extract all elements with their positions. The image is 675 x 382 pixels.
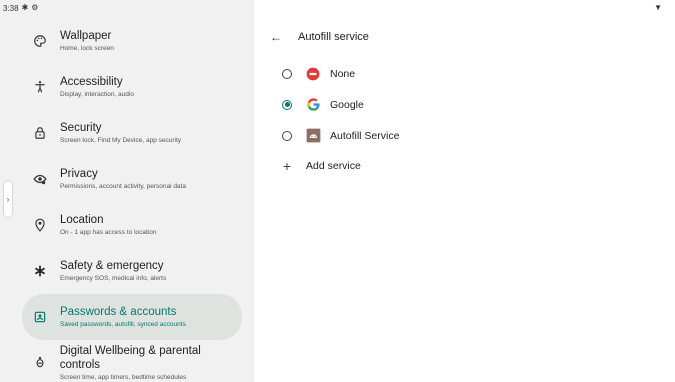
sidebar-item-subtitle: Permissions, account activity, personal … — [60, 183, 186, 190]
sidebar-item-digital-wellbeing[interactable]: Digital Wellbeing & parental controls Sc… — [22, 340, 242, 382]
sidebar-item-subtitle: Home, lock screen — [60, 45, 114, 52]
no-entry-icon — [305, 66, 321, 82]
sidebar-item-accessibility[interactable]: Accessibility Display, interaction, audi… — [22, 64, 242, 110]
sidebar-item-title: Safety & emergency — [60, 260, 164, 272]
radio-google[interactable] — [282, 99, 292, 110]
sidebar-item-security[interactable]: Security Screen lock, Find My Device, ap… — [22, 110, 242, 156]
option-none[interactable]: None — [282, 58, 399, 89]
sidebar-item-subtitle: Emergency SOS, medical info, alerts — [60, 275, 167, 282]
plus-icon: + — [282, 158, 292, 174]
sidebar-item-subtitle: Saved passwords, autofill, synced accoun… — [60, 321, 186, 328]
chevron-right-icon: › — [6, 194, 10, 204]
asterisk-icon — [30, 261, 50, 281]
wellbeing-icon — [30, 352, 50, 372]
sidebar-item-subtitle: Screen time, app timers, bedtime schedul… — [59, 374, 187, 381]
option-label: Google — [330, 98, 364, 111]
palette-icon — [30, 31, 50, 51]
radio-autofill-service[interactable] — [282, 130, 292, 141]
sidebar-item-title: Security — [60, 122, 102, 134]
wifi-icon: ▼ — [654, 3, 662, 12]
sidebar-item-privacy[interactable]: Privacy Permissions, account activity, p… — [22, 156, 242, 202]
page-title: Autofill service — [298, 31, 369, 43]
google-g-icon — [305, 97, 321, 113]
settings-menu: Wallpaper Home, lock screen Accessibilit… — [22, 18, 242, 382]
option-google[interactable]: Google — [282, 89, 399, 120]
page-header: ← Autofill service — [268, 28, 369, 46]
sidebar-item-title: Wallpaper — [60, 30, 112, 42]
lock-icon — [30, 123, 50, 143]
add-service-label: Add service — [306, 160, 361, 172]
sidebar-item-passwords-accounts[interactable]: Passwords & accounts Saved passwords, au… — [22, 294, 242, 340]
panel-expand-handle[interactable]: › — [3, 180, 13, 218]
sidebar-item-wallpaper[interactable]: Wallpaper Home, lock screen — [22, 18, 242, 64]
option-label: Autofill Service — [330, 129, 400, 142]
android-app-icon — [305, 128, 321, 144]
sidebar-item-title: Digital Wellbeing & parental controls — [59, 345, 201, 371]
radio-none[interactable] — [282, 68, 292, 79]
sidebar-item-title: Privacy — [60, 168, 98, 180]
sidebar-item-subtitle: Display, interaction, audio — [60, 91, 134, 98]
settings-outline-icon: ⚙ — [31, 3, 39, 12]
sidebar-item-location[interactable]: Location On - 1 app has access to locati… — [22, 202, 242, 248]
option-autofill-service[interactable]: Autofill Service — [282, 120, 399, 151]
autofill-detail-pane: ← Autofill service None Google Autofill … — [254, 0, 675, 382]
status-bar: 3:38 ✱ ⚙ ▼ — [0, 0, 675, 16]
autofill-options: None Google Autofill Service + Add servi… — [282, 58, 399, 181]
sidebar-item-title: Location — [60, 214, 104, 226]
add-service-button[interactable]: + Add service — [281, 151, 399, 181]
account-box-icon — [30, 307, 50, 327]
location-pin-icon — [30, 215, 50, 235]
sidebar-item-title: Accessibility — [60, 76, 123, 88]
sidebar-item-safety[interactable]: Safety & emergency Emergency SOS, medica… — [22, 248, 242, 294]
sidebar-item-subtitle: On - 1 app has access to location — [60, 229, 157, 236]
option-label: None — [330, 67, 356, 80]
accessibility-icon — [30, 77, 50, 97]
settings-icon: ✱ — [21, 3, 29, 12]
sidebar-item-title: Passwords & accounts — [60, 306, 177, 318]
privacy-eye-icon — [30, 169, 50, 189]
back-arrow-icon[interactable]: ← — [268, 29, 284, 45]
status-time: 3:38 — [3, 3, 19, 13]
sidebar-item-subtitle: Screen lock, Find My Device, app securit… — [60, 137, 182, 144]
settings-sidebar: Wallpaper Home, lock screen Accessibilit… — [0, 0, 254, 382]
